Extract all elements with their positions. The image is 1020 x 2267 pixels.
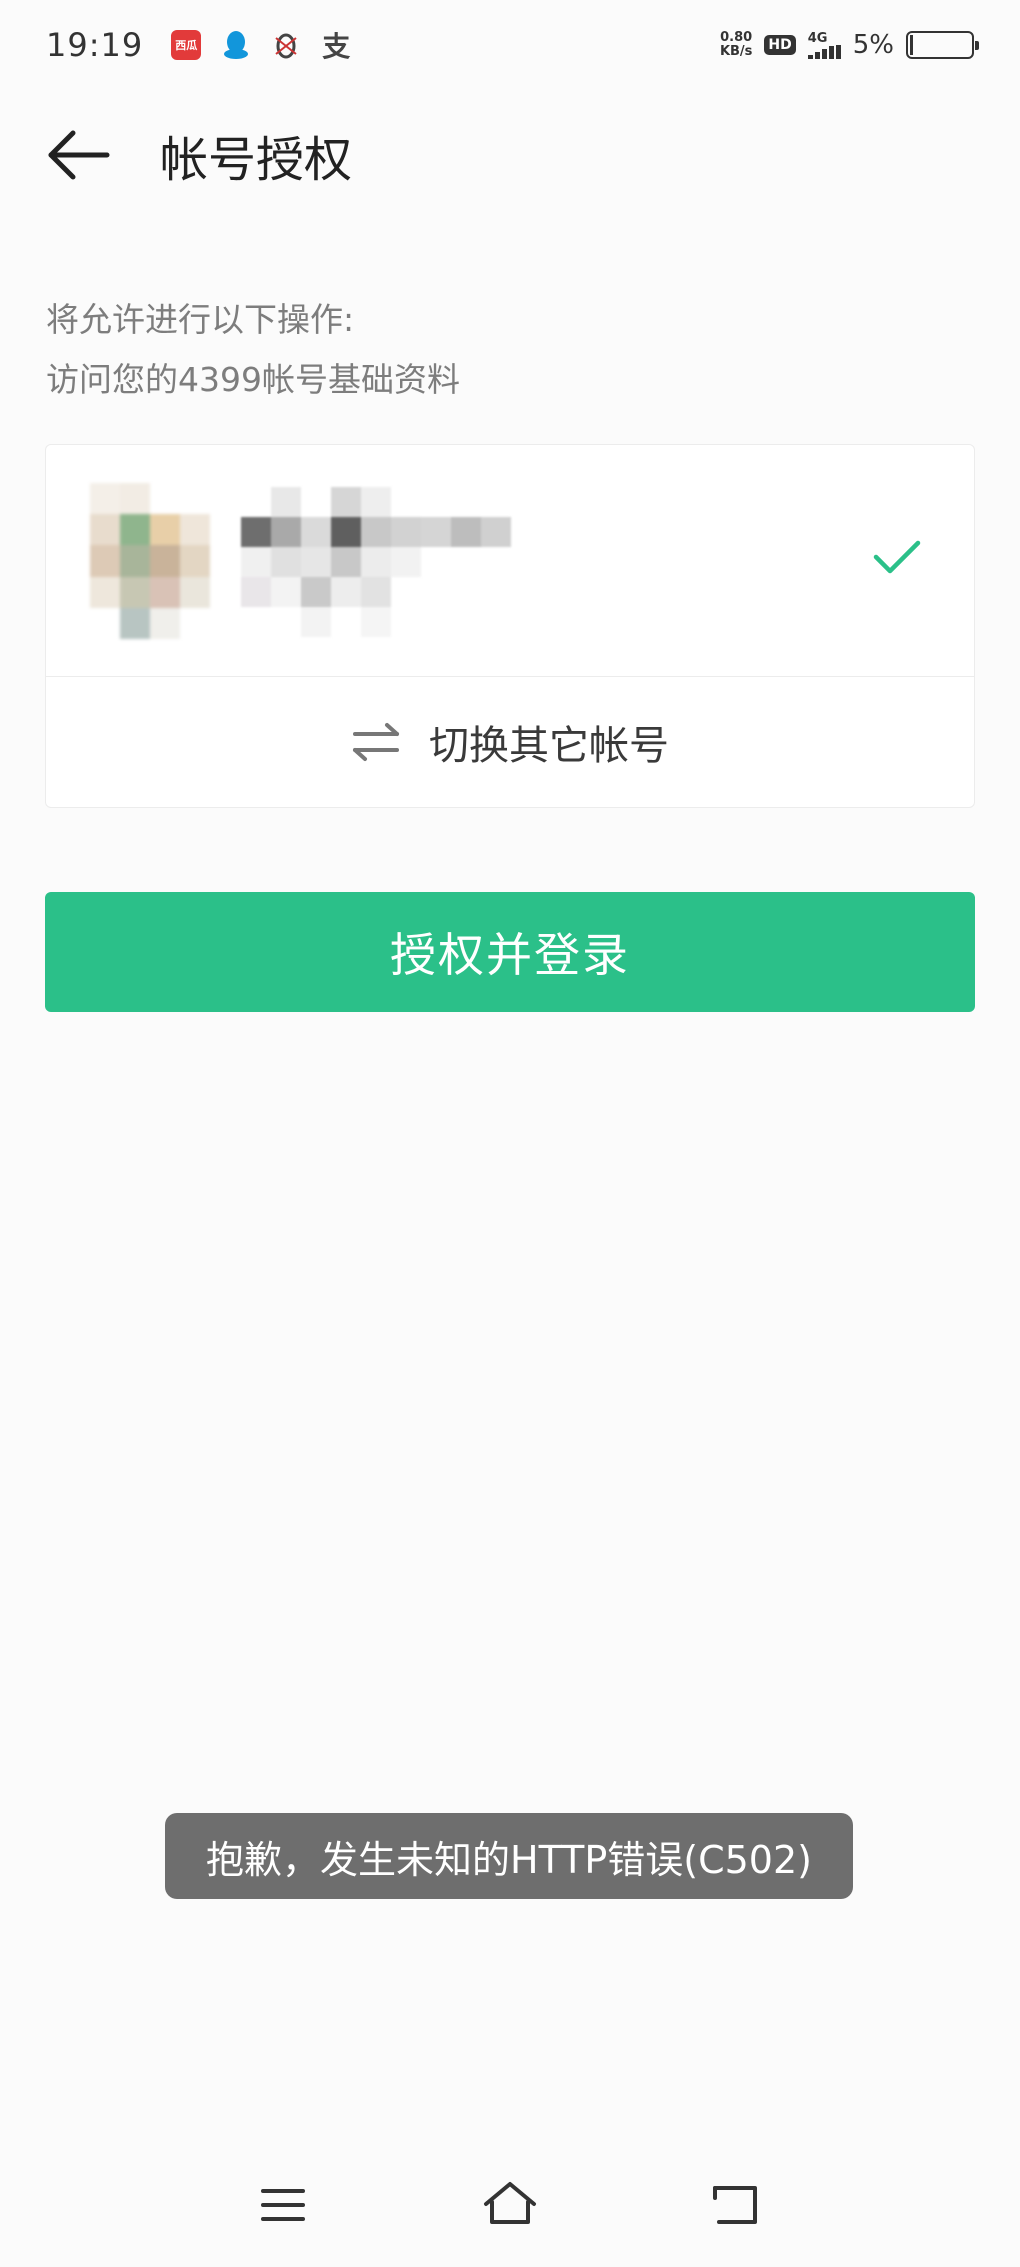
permission-description: 将允许进行以下操作: 访问您的4399帐号基础资料	[46, 290, 460, 410]
permission-item: 访问您的4399帐号基础资料	[46, 360, 460, 399]
status-time: 19:19	[46, 26, 144, 64]
selected-account-row[interactable]	[46, 445, 974, 677]
status-bar: 19:19 西瓜 支 0.80 KB/s HD 4G 5%	[0, 0, 1020, 90]
switch-account-label: 切换其它帐号	[429, 723, 669, 769]
signal-icon: 4G	[807, 32, 841, 59]
switch-account-button[interactable]: 切换其它帐号	[46, 677, 974, 807]
video-app-icon: 西瓜	[171, 30, 202, 60]
username-redacted	[241, 487, 511, 637]
battery-icon	[906, 31, 979, 59]
authorize-login-button[interactable]: 授权并登录	[45, 892, 975, 1012]
qq-icon	[221, 30, 251, 60]
page-title: 帐号授权	[160, 132, 353, 188]
alipay-icon: 支	[322, 30, 351, 63]
avatar	[90, 483, 210, 639]
back-arrow-icon[interactable]	[44, 120, 114, 190]
swap-arrows-icon	[353, 723, 399, 761]
account-card: 切换其它帐号	[45, 444, 975, 808]
battery-percent: 5%	[852, 30, 894, 60]
permission-intro: 将允许进行以下操作:	[46, 300, 355, 339]
error-toast: 抱歉，发生未知的HTTP错误(C502)	[165, 1813, 853, 1899]
system-nav-bar	[0, 2150, 1020, 2267]
status-indicators: 0.80 KB/s HD 4G 5%	[719, 30, 979, 60]
check-icon	[873, 540, 921, 574]
return-icon[interactable]	[700, 2170, 770, 2240]
network-speed: 0.80 KB/s	[719, 30, 753, 59]
app-header: 帐号授权	[0, 100, 1020, 210]
screen: 19:19 西瓜 支 0.80 KB/s HD 4G 5% 帐号授权 将允许进行…	[0, 0, 1020, 2267]
home-icon[interactable]	[475, 2168, 545, 2238]
notification-icons: 西瓜 支	[171, 30, 351, 63]
menu-icon[interactable]	[248, 2170, 318, 2240]
hd-badge: HD	[764, 35, 796, 55]
game-app-icon	[271, 30, 301, 60]
